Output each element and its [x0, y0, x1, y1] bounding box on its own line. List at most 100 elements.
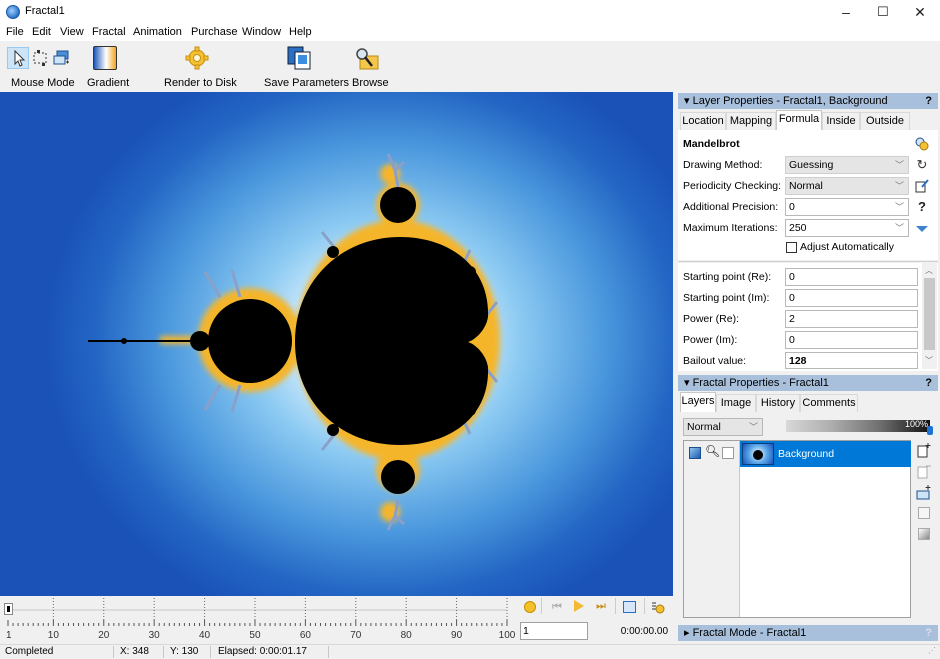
menu-help[interactable]: Help: [289, 26, 312, 38]
resize-grip-icon[interactable]: ⋰: [928, 646, 936, 655]
close-button[interactable]: ✕: [900, 0, 940, 24]
render-to-disk-button[interactable]: [185, 46, 209, 70]
go-to-end-button[interactable]: ⏭: [596, 600, 606, 613]
power-re-input[interactable]: 2: [785, 310, 918, 328]
layer-visibility-toggle[interactable]: [689, 447, 701, 459]
drawing-method-label: Drawing Method:: [683, 159, 763, 171]
adjust-automatically-label: Adjust Automatically: [800, 241, 894, 253]
reset-button[interactable]: ↻: [914, 157, 930, 173]
minimize-button[interactable]: –: [826, 0, 866, 24]
periodicity-checking-value: Normal: [789, 180, 823, 192]
browse-magnifier-folder-icon: [356, 48, 379, 70]
gradient-button[interactable]: [93, 46, 117, 70]
maximize-button[interactable]: ☐: [863, 0, 903, 24]
opacity-slider-handle[interactable]: [927, 426, 933, 435]
maximum-iterations-select[interactable]: 250 ﹀: [785, 219, 909, 237]
tab-mapping[interactable]: Mapping: [726, 112, 776, 130]
render-to-disk-label: Render to Disk: [164, 77, 237, 89]
timeline-ruler[interactable]: 1 10 20 30 40 50 60 70 80 90 100: [0, 596, 520, 644]
layer-properties-tabs: Location Mapping Formula Inside Outside: [680, 110, 936, 130]
help-button[interactable]: ?: [925, 375, 932, 391]
timeline-playhead[interactable]: [4, 603, 13, 615]
fractal-properties-header[interactable]: ▾ Fractal Properties - Fractal1 ?: [678, 375, 938, 391]
menu-fractal[interactable]: Fractal: [92, 26, 126, 38]
new-group-button[interactable]: [916, 484, 932, 500]
tab-history[interactable]: History: [756, 394, 800, 412]
adjust-automatically-checkbox[interactable]: [786, 242, 797, 253]
menu-view[interactable]: View: [60, 26, 84, 38]
layer-row-background[interactable]: Background: [740, 441, 911, 467]
starting-point-re-input[interactable]: 0: [785, 268, 918, 286]
edit-formula-button[interactable]: [914, 178, 930, 194]
periodicity-checking-select[interactable]: Normal ﹀: [785, 177, 909, 195]
tab-inside[interactable]: Inside: [822, 112, 860, 130]
browse-button[interactable]: [354, 46, 380, 72]
menu-animation[interactable]: Animation: [133, 26, 182, 38]
frame-input[interactable]: 1: [520, 622, 588, 640]
timeline-tick-label: 20: [98, 630, 110, 641]
collapse-arrow-icon: ▾: [684, 95, 693, 107]
menu-purchase[interactable]: Purchase: [191, 26, 237, 38]
select-mode-button[interactable]: [7, 47, 29, 69]
bailout-value-input[interactable]: 128: [785, 352, 918, 369]
delete-layer-icon: [917, 465, 931, 479]
arrow-cursor-icon: [14, 49, 26, 67]
formula-help-button[interactable]: ?: [914, 199, 930, 215]
layer-lock-checkbox[interactable]: [722, 447, 734, 459]
tab-comments[interactable]: Comments: [800, 394, 858, 412]
save-parameters-button[interactable]: [287, 45, 313, 71]
timeline-tick-label: 90: [451, 630, 463, 641]
scroll-down-icon[interactable]: ﹀: [925, 355, 933, 366]
menu-file[interactable]: File: [6, 26, 24, 38]
layer-name: Background: [778, 448, 835, 460]
help-button[interactable]: ?: [925, 625, 932, 641]
separator: [163, 646, 164, 658]
opacity-slider[interactable]: 100%: [786, 419, 933, 435]
delete-layer-button[interactable]: [916, 463, 932, 479]
layer-properties-header[interactable]: ▾ Layer Properties - Fractal1, Backgroun…: [678, 93, 938, 109]
chevron-down-icon: ﹀: [894, 181, 904, 191]
tab-image[interactable]: Image: [716, 394, 756, 412]
tab-formula[interactable]: Formula: [776, 110, 822, 130]
separator: [615, 598, 616, 614]
tab-layers[interactable]: Layers: [680, 392, 716, 412]
timeline-tick-label: 100: [499, 630, 516, 641]
layer-zoom-toggle[interactable]: 🔍︎: [705, 444, 720, 458]
fractal-mode-header[interactable]: ▸ Fractal Mode - Fractal1 ?: [678, 625, 938, 641]
zoom-box-mode-button[interactable]: [32, 50, 48, 66]
timeline-settings-button[interactable]: [651, 601, 665, 614]
help-button[interactable]: ?: [925, 93, 932, 109]
new-layer-button[interactable]: [916, 442, 932, 458]
menu-window[interactable]: Window: [242, 26, 281, 38]
play-button[interactable]: [574, 600, 584, 612]
fractal-mode-title: Fractal Mode - Fractal1: [692, 627, 807, 639]
formula-browse-button[interactable]: [914, 136, 930, 152]
params-scrollbar[interactable]: ︿ ﹀: [922, 263, 937, 369]
separator: [328, 646, 329, 658]
timeline-tick-label: 80: [401, 630, 413, 641]
gradient-mask-button[interactable]: [918, 528, 930, 540]
layer-thumbnail: [742, 443, 774, 465]
title-bar: Fractal1 – ☐ ✕: [0, 0, 940, 24]
scroll-thumb[interactable]: [924, 278, 935, 350]
scroll-up-icon[interactable]: ︿: [925, 265, 933, 276]
pan-mode-button[interactable]: [53, 50, 69, 66]
timeline-tick-label: 70: [350, 630, 362, 641]
toolbar: Mouse Mode Gradient Render to Disk Save …: [0, 41, 940, 91]
keyframe-button[interactable]: [623, 601, 636, 613]
expand-options-button[interactable]: [914, 220, 930, 236]
drawing-method-select[interactable]: Guessing ﹀: [785, 156, 909, 174]
mask-button[interactable]: [918, 507, 930, 519]
power-im-input[interactable]: 0: [785, 331, 918, 349]
starting-point-im-input[interactable]: 0: [785, 289, 918, 307]
tab-outside[interactable]: Outside: [860, 112, 910, 130]
param-label: Bailout value:: [683, 355, 747, 367]
additional-precision-select[interactable]: 0 ﹀: [785, 198, 909, 216]
collapse-arrow-icon: ▾: [684, 377, 693, 389]
go-to-start-button[interactable]: ⏮: [552, 601, 562, 614]
menu-edit[interactable]: Edit: [32, 26, 51, 38]
blend-mode-select[interactable]: Normal ﹀: [683, 418, 763, 436]
record-button[interactable]: [524, 601, 536, 613]
tab-location[interactable]: Location: [680, 112, 726, 130]
fractal-canvas[interactable]: [0, 92, 673, 596]
